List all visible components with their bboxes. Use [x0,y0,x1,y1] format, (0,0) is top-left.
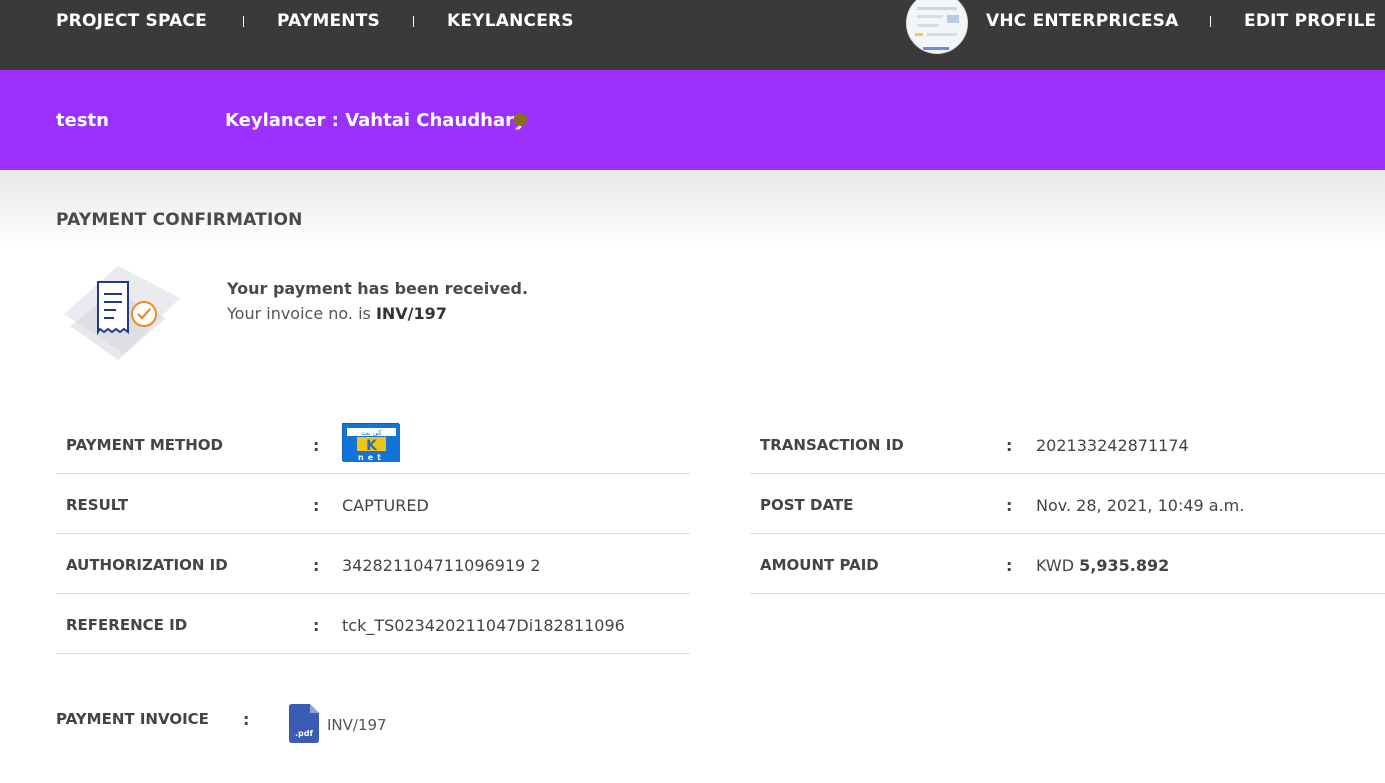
knet-logo-icon: كي نت K net [342,423,400,462]
svg-text:net: net [358,453,385,462]
currency: KWD [1036,556,1075,575]
avatar[interactable] [906,0,968,54]
nav-separator [243,16,244,27]
payment-details-right: TRANSACTION ID : 202133242871174 POST DA… [750,414,1385,594]
page-title: PAYMENT CONFIRMATION [56,210,303,230]
nav-payments[interactable]: PAYMENTS [277,11,380,31]
result-value: CAPTURED [342,496,429,515]
colon: : [313,436,320,455]
table-row: RESULT : CAPTURED [56,474,690,534]
nav-separator [1210,16,1211,27]
top-navbar: PROJECT SPACE PAYMENTS KEYLANCERS VHC EN… [0,0,1385,70]
svg-text:كي نت: كي نت [361,429,382,437]
colon: : [313,556,320,575]
nav-keylancers[interactable]: KEYLANCERS [447,11,574,31]
authorization-id-value: 342821104711096919 2 [342,556,541,575]
payment-received-message: Your payment has been received. [227,279,529,298]
colon: : [243,710,250,729]
payment-invoice-label: PAYMENT INVOICE [56,710,209,728]
pdf-file-icon[interactable]: .pdf [289,704,319,743]
result-label: RESULT [66,496,129,514]
payment-details-left: PAYMENT METHOD : كي نت K net RESULT : CA… [56,414,690,654]
receipt-check-icon [56,262,186,366]
table-row: TRANSACTION ID : 202133242871174 [750,414,1385,474]
payment-method-label: PAYMENT METHOD [66,436,223,454]
colon: : [1006,436,1013,455]
nav-company-name[interactable]: VHC ENTERPRICESA [986,11,1178,31]
colon: : [1006,556,1013,575]
amount: 5,935.892 [1079,556,1170,575]
invoice-number-line: Your invoice no. is INV/197 [227,304,447,323]
keylancer-name: Keylancer : Vahtai Chaudhary [225,110,526,131]
nav-separator [413,16,414,27]
amount-paid-value: KWD 5,935.892 [1036,556,1169,575]
table-row: POST DATE : Nov. 28, 2021, 10:49 a.m. [750,474,1385,534]
invoice-number: INV/197 [375,304,447,323]
nav-project-space[interactable]: PROJECT SPACE [56,11,207,31]
transaction-id-label: TRANSACTION ID [760,436,904,454]
invoice-prefix: Your invoice no. is [227,304,371,323]
colon: : [313,616,320,635]
amount-paid-label: AMOUNT PAID [760,556,879,574]
table-row: PAYMENT METHOD : كي نت K net [56,414,690,474]
project-banner: testn Keylancer : Vahtai Chaudhary [0,70,1385,170]
project-name[interactable]: testn [56,110,109,131]
authorization-id-label: AUTHORIZATION ID [66,556,228,574]
svg-text:.pdf: .pdf [295,729,313,738]
post-date-label: POST DATE [760,496,854,514]
table-row: REFERENCE ID : tck_TS023420211047Di18281… [56,594,690,654]
colon: : [313,496,320,515]
nav-edit-profile[interactable]: EDIT PROFILE [1244,11,1376,31]
reference-id-value: tck_TS023420211047Di182811096 [342,616,625,635]
reference-id-label: REFERENCE ID [66,616,188,634]
transaction-id-value: 202133242871174 [1036,436,1189,455]
status-indicator [514,113,527,126]
post-date-value: Nov. 28, 2021, 10:49 a.m. [1036,496,1245,515]
table-row: AMOUNT PAID : KWD 5,935.892 [750,534,1385,594]
table-row: AUTHORIZATION ID : 342821104711096919 2 [56,534,690,594]
svg-text:K: K [366,438,378,454]
invoice-download-link[interactable]: INV/197 [327,716,387,734]
colon: : [1006,496,1013,515]
